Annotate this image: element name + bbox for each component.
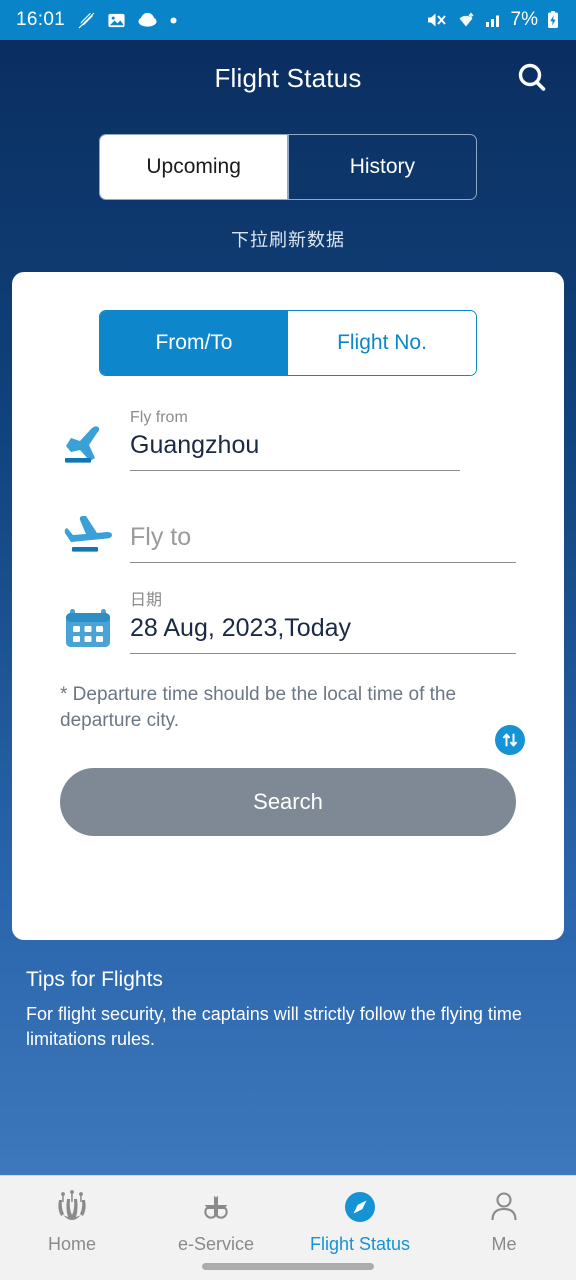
calendar-icon [60, 598, 116, 654]
nav-label-home: Home [47, 1234, 96, 1254]
wifi-icon [459, 12, 474, 27]
tips-title: Tips for Flights [26, 968, 163, 991]
four-petal-icon [196, 1186, 236, 1228]
fly-from-field[interactable]: Fly from Guangzhou [60, 408, 516, 473]
nav-item-me[interactable]: Me [432, 1186, 576, 1255]
upcoming-history-tabs: Upcoming History [99, 134, 477, 200]
nav-item-home[interactable]: Home [0, 1186, 144, 1255]
plane-landing-icon [60, 507, 116, 563]
nav-item-flight-status[interactable]: Flight Status [288, 1186, 432, 1255]
pen-slash-icon [77, 11, 95, 29]
fly-from-body: Fly from Guangzhou [130, 408, 516, 471]
search-icon[interactable] [510, 56, 554, 100]
date-value[interactable]: 28 Aug, 2023,Today [130, 611, 516, 654]
plane-takeoff-icon [60, 415, 116, 471]
status-bar-time: 16:01 [16, 9, 66, 30]
tab-flight-no[interactable]: Flight No. [288, 311, 476, 375]
page-title: Flight Status [214, 62, 362, 93]
fly-to-field[interactable]: Fly to [60, 507, 516, 565]
status-bar-notification-icons [76, 10, 178, 30]
date-label: 日期 [130, 592, 163, 609]
departure-time-note: * Departure time should be the local tim… [60, 684, 457, 731]
kapok-flower-icon [52, 1186, 92, 1228]
search-button[interactable]: Search [60, 768, 516, 836]
dot-icon [170, 16, 177, 24]
tab-from-to[interactable]: From/To [100, 311, 288, 375]
tab-upcoming[interactable]: Upcoming [100, 135, 288, 199]
battery-charging-icon [548, 11, 558, 28]
bottom-navigation: Home e-Service Flight Status Me [0, 1175, 576, 1280]
app-root: 16:01 7% Flight Status Upcoming History … [0, 0, 576, 1280]
tab-history[interactable]: History [289, 135, 476, 199]
tips-body: For flight security, the captains will s… [26, 1004, 522, 1049]
battery-percent-label: 7% [510, 9, 538, 30]
search-mode-tabs: From/To Flight No. [99, 310, 477, 376]
nav-label-eservice: e-Service [177, 1234, 255, 1254]
status-bar-system-icons: 7% [425, 9, 560, 31]
fly-to-value[interactable]: Fly to [130, 520, 516, 563]
fly-to-body: Fly to [130, 520, 516, 563]
pull-to-refresh-hint: 下拉刷新数据 [231, 230, 345, 250]
signal-bars-icon [485, 15, 499, 27]
fly-from-label: Fly from [130, 409, 188, 426]
nav-label-me: Me [491, 1234, 517, 1254]
person-icon [484, 1186, 524, 1228]
image-icon [108, 13, 125, 27]
tips-section: Tips for Flights For flight security, th… [26, 968, 550, 1052]
status-bar: 16:01 7% [0, 0, 576, 40]
volume-mute-icon [427, 13, 446, 27]
compass-icon [340, 1186, 380, 1228]
cloud-icon [138, 12, 157, 27]
date-field[interactable]: 日期 28 Aug, 2023,Today [60, 591, 516, 656]
date-body: 日期 28 Aug, 2023,Today [130, 591, 516, 654]
home-indicator [202, 1263, 374, 1270]
flight-search-card: From/To Flight No. Fly from Guangzhou Fl… [12, 272, 564, 940]
nav-label-flight-status: Flight Status [309, 1234, 411, 1254]
swap-vertical-icon[interactable] [494, 724, 526, 756]
fly-from-value[interactable]: Guangzhou [130, 428, 460, 471]
page-header: Flight Status [0, 40, 576, 116]
nav-item-eservice[interactable]: e-Service [144, 1186, 288, 1255]
